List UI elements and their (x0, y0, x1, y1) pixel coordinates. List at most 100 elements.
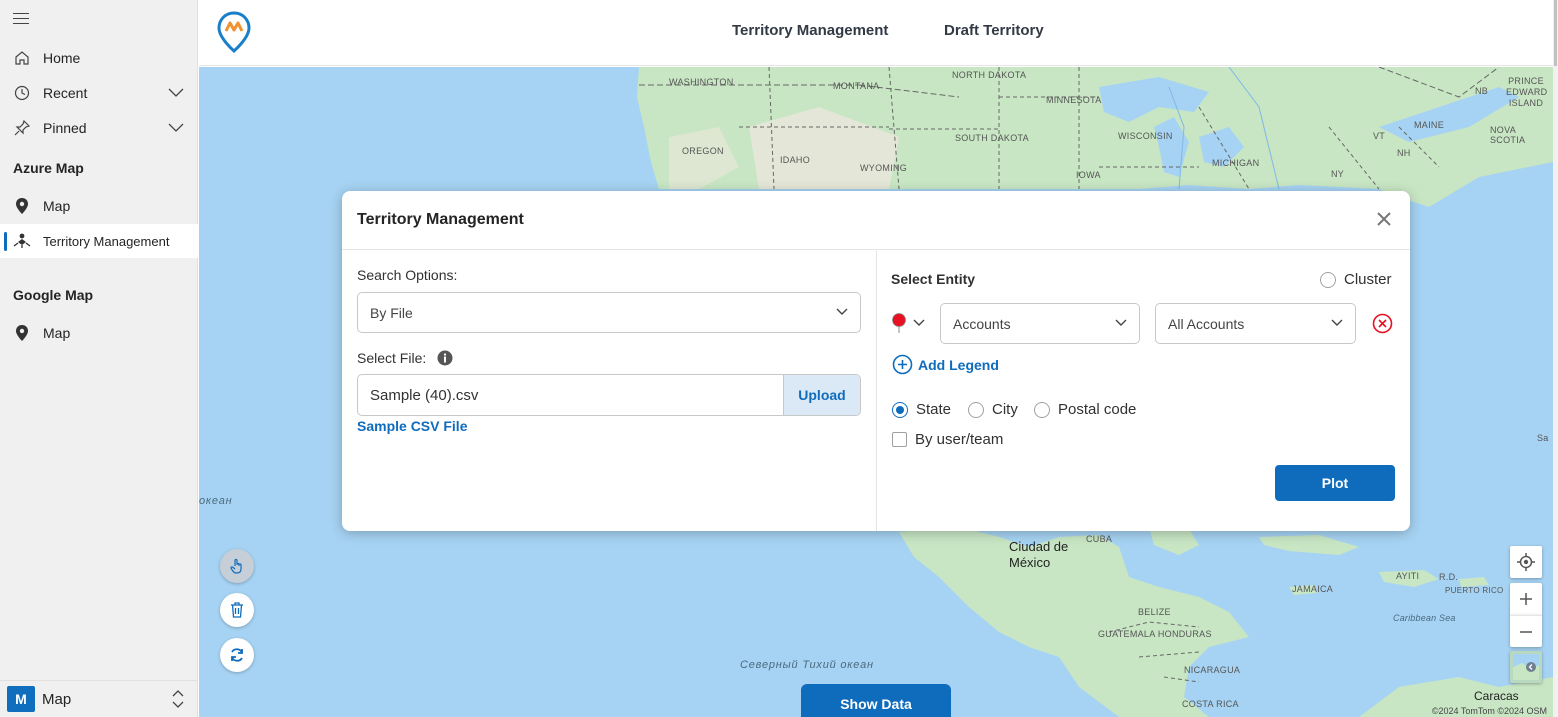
hamburger-menu-icon[interactable] (13, 13, 29, 25)
radio-city[interactable]: City (968, 401, 1018, 418)
sidebar: Home Recent Pinned Azure Map Map Territo… (0, 0, 198, 717)
radio-state[interactable]: State (892, 401, 951, 418)
minus-icon (1520, 630, 1532, 633)
app-badge: M (7, 686, 35, 712)
delete-drawing-button[interactable] (220, 593, 254, 627)
entity-select[interactable]: Accounts (940, 303, 1140, 344)
tab-territory-management[interactable]: Territory Management (732, 22, 888, 39)
add-legend-button[interactable]: Add Legend (892, 354, 999, 375)
radio-postal-code[interactable]: Postal code (1034, 401, 1136, 418)
refresh-icon (231, 648, 243, 662)
red-pin-icon (892, 313, 906, 333)
chevron-up-down-icon (172, 690, 184, 708)
search-options-select[interactable]: By File (357, 292, 861, 333)
app-switcher-label: Map (42, 690, 72, 708)
close-icon[interactable] (1374, 209, 1394, 229)
sidebar-item-label: Map (43, 198, 71, 214)
radio-label: City (992, 401, 1018, 418)
map-label: NORTH DAKOTA (952, 70, 1027, 80)
pan-tool-button[interactable] (220, 549, 254, 583)
map-label: JAMAICA (1292, 584, 1334, 594)
radio-dot (1034, 401, 1050, 418)
zoom-in-button[interactable] (1510, 583, 1542, 615)
upload-button[interactable]: Upload (783, 375, 860, 415)
sidebar-item-pinned[interactable]: Pinned (0, 111, 198, 145)
map-label: Caracas (1474, 689, 1519, 703)
by-user-team-checkbox[interactable]: By user/team (892, 431, 1003, 448)
sidebar-item-label: Recent (43, 85, 88, 101)
map-label: MAINE (1414, 120, 1445, 130)
sidebar-item-home[interactable]: Home (0, 41, 198, 75)
zoom-out-button[interactable] (1510, 615, 1542, 647)
map-label: MONTANA (833, 81, 880, 91)
map-label: PRINCE EDWARD ISLAND (1506, 76, 1548, 108)
refresh-map-button[interactable] (220, 638, 254, 672)
info-icon[interactable] (437, 350, 453, 366)
cluster-radio[interactable]: Cluster (1320, 271, 1392, 288)
chevron-down-icon (836, 308, 848, 315)
remove-entity-icon[interactable] (1372, 313, 1393, 334)
checkbox-label: By user/team (915, 431, 1004, 448)
trash-icon (231, 602, 243, 618)
select-file-label: Select File: (357, 350, 427, 366)
map-label: WISCONSIN (1118, 131, 1173, 141)
sample-csv-link[interactable]: Sample CSV File (357, 418, 467, 434)
territory-management-dialog: Territory Management Search Options: By … (342, 191, 1410, 531)
radio-dot (968, 401, 984, 418)
radio-dot (1320, 271, 1336, 288)
checkbox-box (892, 432, 907, 447)
map-label: NY (1331, 169, 1345, 179)
home-icon (13, 49, 31, 67)
map-label: WASHINGTON (669, 77, 734, 87)
locate-icon (1517, 553, 1535, 571)
cluster-label: Cluster (1344, 271, 1392, 288)
radio-label: State (916, 401, 952, 418)
section-title-azure-map: Azure Map (13, 160, 84, 176)
map-style-button[interactable] (1510, 651, 1542, 683)
map-label: Sa (1537, 433, 1549, 443)
chevron-down-icon[interactable] (168, 123, 184, 133)
map-label: IOWA (1076, 170, 1101, 180)
sidebar-item-azure-map[interactable]: Map (0, 189, 198, 223)
dialog-column-divider (876, 250, 877, 531)
file-name: Sample (40).csv (370, 386, 479, 404)
map-label: NB (1475, 86, 1489, 96)
file-input[interactable]: Sample (40).csv Upload (357, 374, 861, 416)
map-label: BELIZE (1138, 607, 1171, 617)
map-label: NICARAGUA (1184, 665, 1241, 675)
add-circle-icon (892, 354, 913, 375)
ocean-label: Caribbean Sea (1393, 613, 1456, 623)
my-location-button[interactable] (1510, 546, 1542, 578)
sidebar-item-label: Territory Management (43, 233, 170, 249)
ocean-label: Северный Тихий океан (740, 659, 874, 671)
chevron-down-icon[interactable] (168, 88, 184, 98)
section-title-google-map: Google Map (13, 287, 94, 303)
map-label: OREGON (682, 146, 724, 156)
pin-icon (13, 119, 31, 137)
add-legend-label: Add Legend (918, 356, 999, 373)
city-label: Ciudad de México (1009, 539, 1069, 570)
sidebar-item-recent[interactable]: Recent (0, 76, 198, 110)
show-data-button[interactable]: Show Data (801, 684, 951, 717)
map-label: MICHIGAN (1212, 158, 1260, 168)
map-label: GUATEMALA HONDURAS (1098, 629, 1212, 639)
ocean-label: океан (199, 495, 233, 507)
app-switcher[interactable]: M Map (0, 680, 198, 717)
page-scrollbar[interactable] (1553, 0, 1558, 717)
tab-draft-territory[interactable]: Draft Territory (944, 22, 1044, 39)
search-options-label: Search Options: (357, 267, 458, 283)
sidebar-item-territory-management[interactable]: Territory Management (0, 224, 198, 258)
sidebar-item-label: Pinned (43, 120, 87, 136)
plot-button[interactable]: Plot (1275, 465, 1395, 501)
search-options-value: By File (370, 304, 413, 321)
map-label: NH (1397, 148, 1411, 158)
map-pin-icon (13, 197, 31, 215)
view-select[interactable]: All Accounts (1155, 303, 1356, 344)
sidebar-item-google-map[interactable]: Map (0, 316, 198, 350)
radio-label: Postal code (1058, 401, 1137, 418)
map-label: MINNESOTA (1046, 95, 1102, 105)
chevron-down-icon (1331, 319, 1343, 326)
map-label: IDAHO (780, 155, 811, 165)
header: Territory Management Draft Territory (199, 0, 1553, 66)
pin-color-picker[interactable] (891, 311, 931, 335)
